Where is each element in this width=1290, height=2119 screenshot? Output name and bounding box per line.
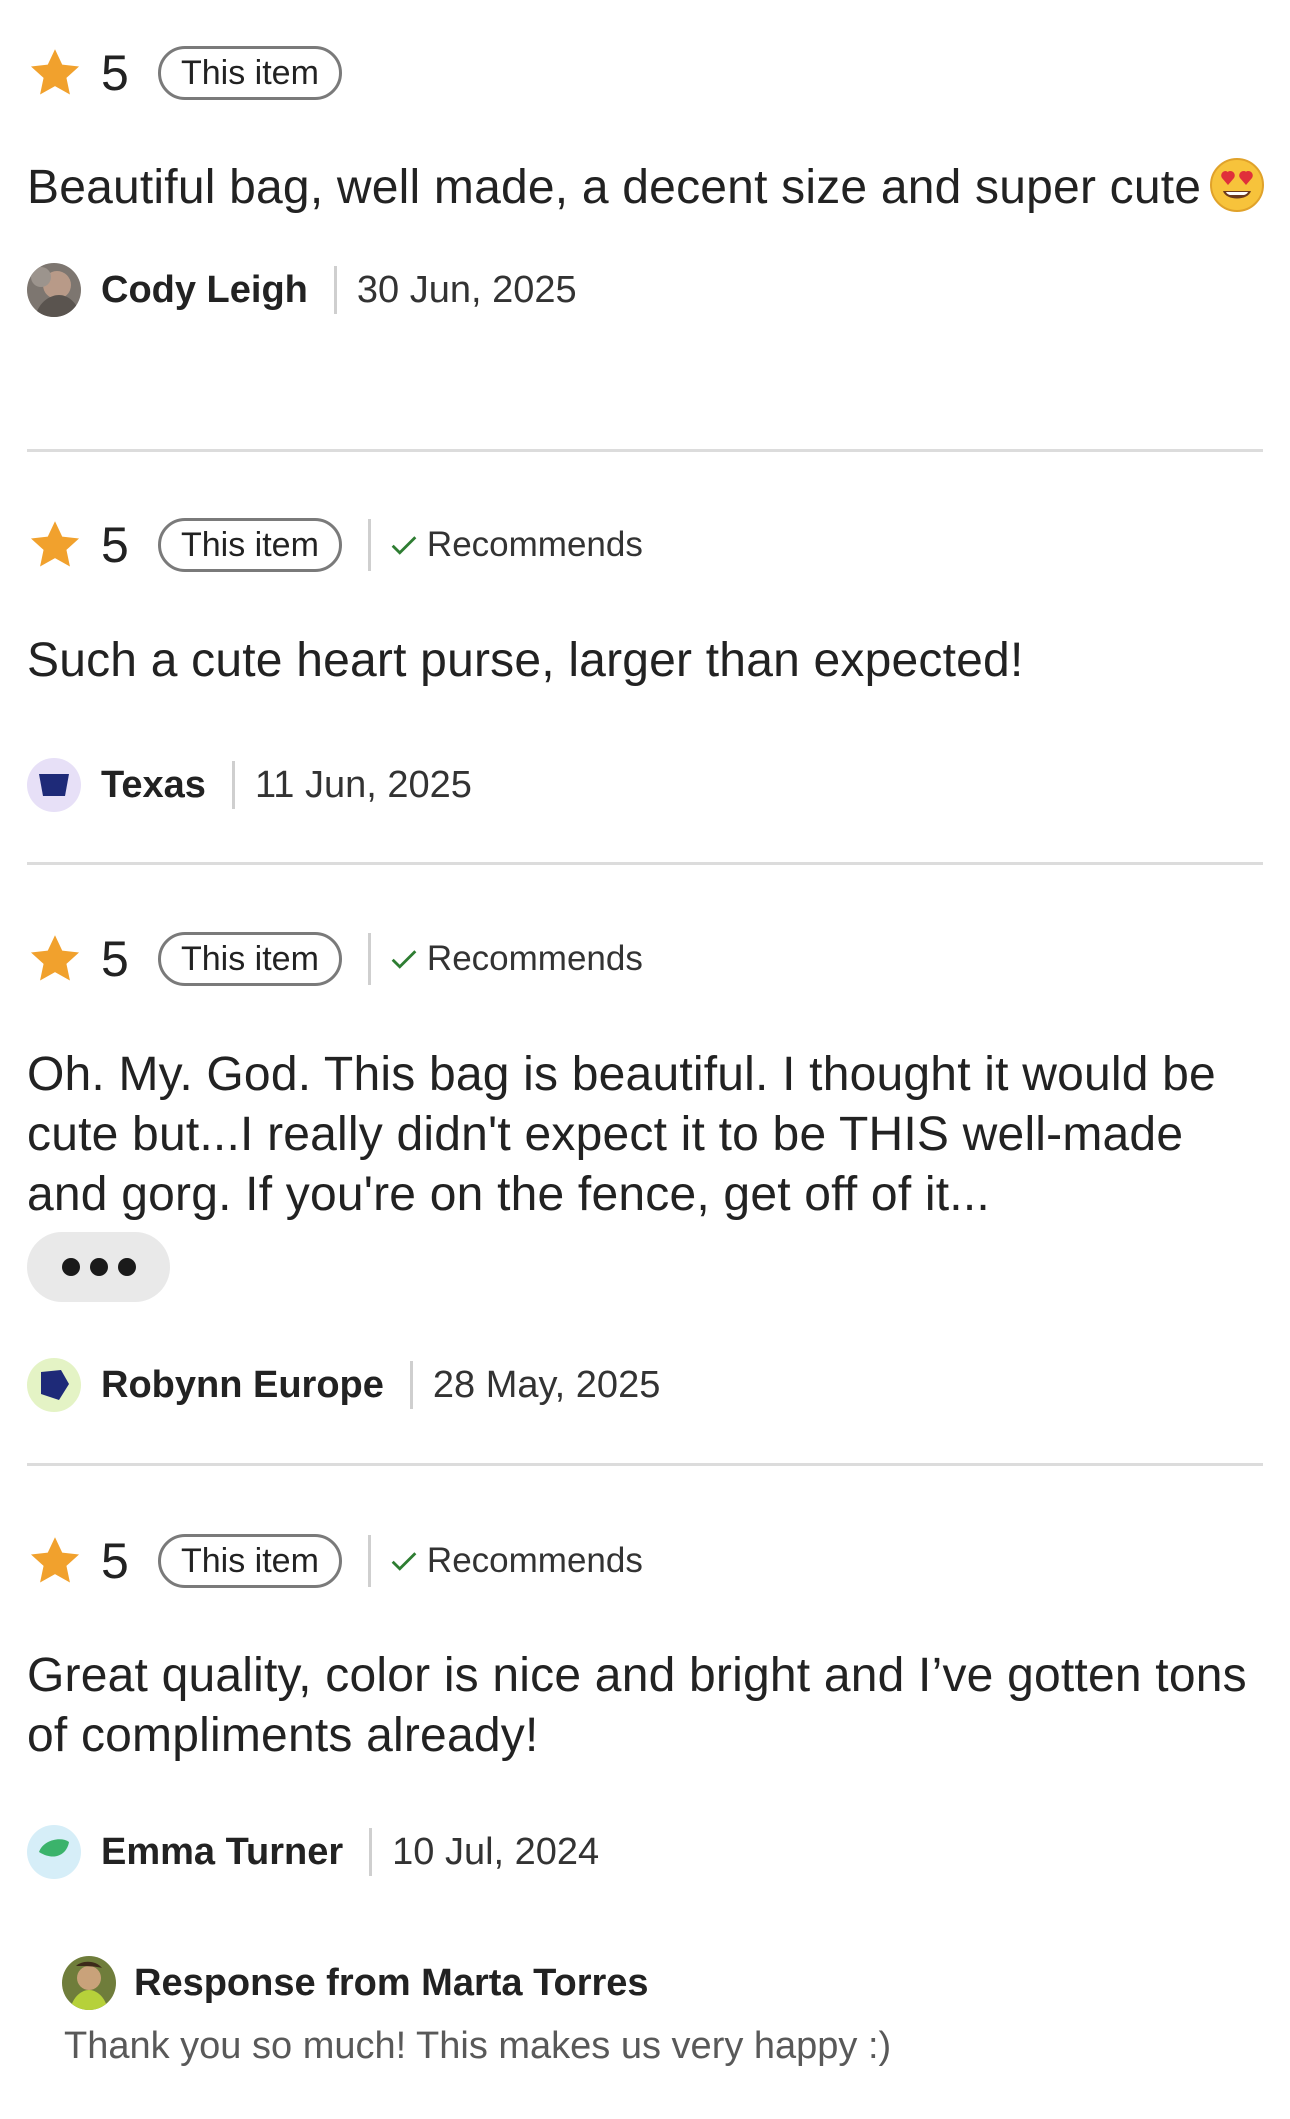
rating-score: 5 [101, 931, 129, 987]
badge-divider [367, 1535, 371, 1587]
review-date: 10 Jul, 2024 [392, 1830, 600, 1873]
author-name[interactable]: Robynn Europe [101, 1364, 384, 1407]
recommends-text: Recommends [426, 939, 643, 978]
author-name[interactable]: Emma Turner [101, 1831, 343, 1874]
check-icon [387, 1544, 421, 1578]
this-item-badge: This item [158, 46, 342, 100]
meta-divider [333, 266, 337, 314]
heart-eyes-emoji-icon [1209, 157, 1265, 213]
rating-score: 5 [101, 517, 129, 573]
this-item-badge: This item [158, 518, 342, 572]
meta-divider [231, 761, 235, 809]
avatar[interactable] [27, 263, 81, 317]
author-name[interactable]: Cody Leigh [101, 269, 308, 312]
star-icon [27, 45, 83, 101]
rating-score: 5 [101, 1533, 129, 1589]
review-text: Such a cute heart purse, larger than exp… [27, 634, 1024, 687]
this-item-badge: This item [158, 932, 342, 986]
badge-divider [367, 519, 371, 571]
review-date: 30 Jun, 2025 [356, 268, 577, 311]
author-row: Robynn Europe 28 May, 2025 [27, 1355, 660, 1415]
avatar[interactable] [27, 1358, 81, 1412]
rating-row: 5 This item Recommends [27, 1521, 643, 1601]
recommends-text: Recommends [426, 1541, 643, 1580]
reviews-page: 5 This item Beautiful bag, well made, a … [0, 0, 1290, 2119]
recommends-text: Recommends [426, 525, 643, 564]
seller-avatar[interactable] [62, 1956, 116, 2010]
badge-divider [367, 933, 371, 985]
review-date: 11 Jun, 2025 [254, 763, 472, 806]
star-icon [27, 931, 83, 987]
author-row: Texas 11 Jun, 2025 [27, 755, 472, 815]
recommends-label: Recommends [387, 1541, 643, 1581]
rating-row: 5 This item Recommends [27, 505, 643, 585]
review-text: Oh. My. God. This bag is beautiful. I th… [27, 1048, 1216, 1221]
rating-row: 5 This item Recommends [27, 919, 643, 999]
check-icon [387, 942, 421, 976]
star-icon [27, 517, 83, 573]
review-text: Beautiful bag, well made, a decent size … [27, 157, 1267, 218]
this-item-badge: This item [158, 1534, 342, 1588]
review-text-content: Beautiful bag, well made, a decent size … [27, 161, 1202, 214]
author-name[interactable]: Texas [101, 764, 206, 807]
recommends-label: Recommends [387, 525, 643, 565]
review-date: 28 May, 2025 [432, 1363, 661, 1406]
author-row: Emma Turner 10 Jul, 2024 [27, 1822, 599, 1882]
more-dots-icon[interactable] [27, 1232, 170, 1302]
star-icon [27, 1533, 83, 1589]
response-text: Thank you so much! This makes us very ha… [64, 2025, 892, 2067]
review-text: Great quality, color is nice and bright … [27, 1649, 1247, 1762]
review-divider [27, 1463, 1263, 1466]
response-header: Response from Marta Torres [62, 1955, 649, 2011]
check-icon [387, 528, 421, 562]
response-title: Response from Marta Torres [134, 1961, 649, 2004]
review-divider [27, 862, 1263, 865]
meta-divider [369, 1828, 373, 1876]
author-row: Cody Leigh 30 Jun, 2025 [27, 260, 577, 320]
meta-divider [409, 1361, 413, 1409]
avatar[interactable] [27, 1825, 81, 1879]
rating-score: 5 [101, 45, 129, 101]
avatar[interactable] [27, 758, 81, 812]
rating-row: 5 This item [27, 33, 342, 113]
recommends-label: Recommends [387, 939, 643, 979]
review-divider [27, 449, 1263, 452]
